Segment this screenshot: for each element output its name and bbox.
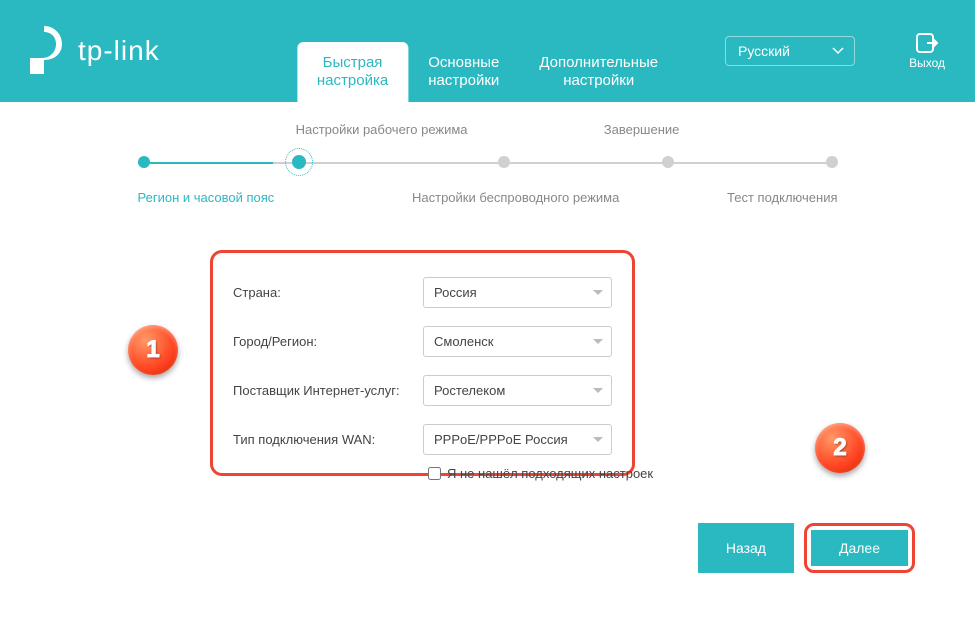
step-dot-wireless xyxy=(498,156,510,168)
brand-logo: tp-link xyxy=(30,26,160,76)
annotation-marker-2: 2 xyxy=(815,423,865,473)
progress-stepper: Настройки рабочего режима Завершение Рег… xyxy=(138,132,838,161)
language-value: Русский xyxy=(738,43,790,59)
step-test-label: Тест подключения xyxy=(727,190,837,205)
tab-quick-setup[interactable]: Быстрая настройка xyxy=(297,42,408,102)
wan-label: Тип подключения WAN: xyxy=(233,432,423,447)
not-found-checkbox[interactable] xyxy=(428,467,441,480)
step-dot-finish xyxy=(662,156,674,168)
country-value: Россия xyxy=(434,285,477,300)
brand-text: tp-link xyxy=(78,35,160,67)
not-found-label: Я не нашёл подходящих настроек xyxy=(447,466,653,481)
nav-buttons: Назад Далее xyxy=(698,523,915,573)
back-button[interactable]: Назад xyxy=(698,523,794,573)
exit-button[interactable]: Выход xyxy=(909,32,945,70)
isp-select[interactable]: Ростелеком xyxy=(423,375,612,406)
step-mode-label: Настройки рабочего режима xyxy=(296,122,468,137)
wan-value: PPPoE/PPPoE Россия xyxy=(434,432,568,447)
city-label: Город/Регион: xyxy=(233,334,423,349)
header: tp-link Быстрая настройка Основные настр… xyxy=(0,0,975,102)
tab-basic[interactable]: Основные настройки xyxy=(408,42,519,102)
step-finish-label: Завершение xyxy=(604,122,680,137)
exit-icon xyxy=(915,32,939,54)
wan-select[interactable]: PPPoE/PPPoE Россия xyxy=(423,424,612,455)
tplink-icon xyxy=(30,26,70,76)
chevron-down-icon xyxy=(832,47,844,55)
city-value: Смоленск xyxy=(434,334,493,349)
step-dot-mode xyxy=(292,155,306,169)
step-region-label: Регион и часовой пояс xyxy=(138,190,275,205)
next-highlight-box: Далее xyxy=(804,523,915,573)
chevron-down-icon xyxy=(593,388,603,394)
chevron-down-icon xyxy=(593,339,603,345)
chevron-down-icon xyxy=(593,290,603,296)
step-wireless-label: Настройки беспроводного режима xyxy=(412,190,619,205)
isp-label: Поставщик Интернет-услуг: xyxy=(233,383,423,398)
country-label: Страна: xyxy=(233,285,423,300)
isp-value: Ростелеком xyxy=(434,383,505,398)
tab-advanced[interactable]: Дополнительные настройки xyxy=(519,42,678,102)
annotation-marker-1: 1 xyxy=(128,325,178,375)
main-tabs: Быстрая настройка Основные настройки Доп… xyxy=(297,42,678,102)
city-select[interactable]: Смоленск xyxy=(423,326,612,357)
step-dot-test xyxy=(826,156,838,168)
not-found-checkbox-row[interactable]: Я не нашёл подходящих настроек xyxy=(428,466,653,481)
chevron-down-icon xyxy=(593,437,603,443)
language-select[interactable]: Русский xyxy=(725,36,855,66)
step-dot-region xyxy=(138,156,150,168)
exit-label: Выход xyxy=(909,56,945,70)
form-highlight-box: Страна: Россия Город/Регион: Смоленск По… xyxy=(210,250,635,476)
country-select[interactable]: Россия xyxy=(423,277,612,308)
next-button[interactable]: Далее xyxy=(811,530,908,566)
